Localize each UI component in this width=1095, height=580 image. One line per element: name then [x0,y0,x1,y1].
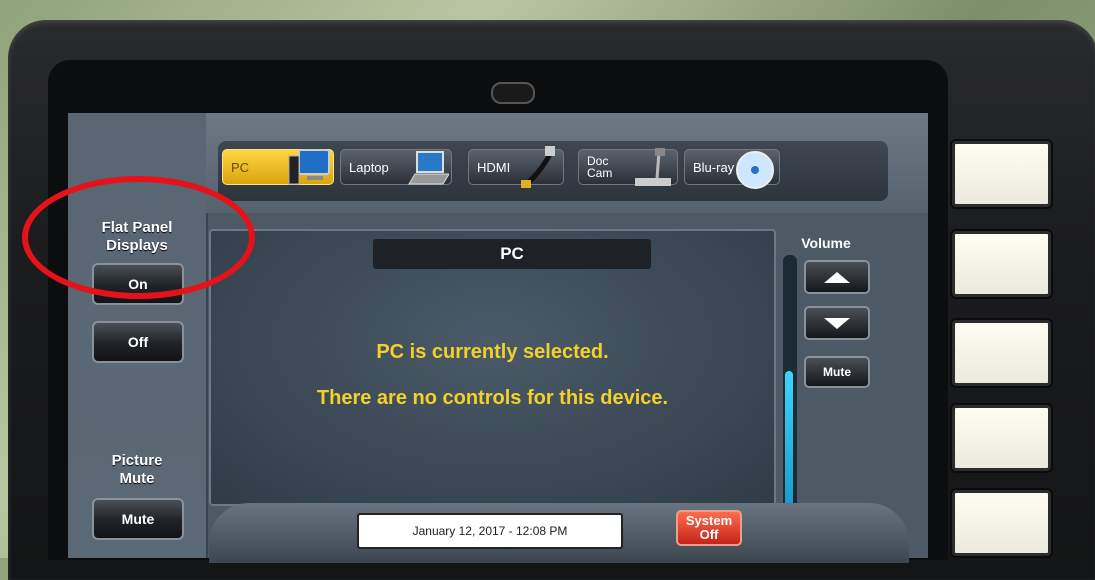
disc-icon [736,151,774,189]
source-laptop-label: Laptop [349,159,389,175]
source-selector: PC Laptop HDMI Doc Cam Blu-ray [218,141,888,201]
volume-slider[interactable] [782,254,798,514]
current-source-title: PC [373,239,651,269]
arrow-down-icon [824,317,850,329]
camera-sensor [491,82,535,104]
hardware-button-5[interactable] [952,490,1051,556]
document-camera-icon [635,148,671,186]
source-pc-label: PC [231,159,250,175]
picture-mute-label: Picture Mute [111,452,163,487]
touch-screen: Flat Panel Displays On Off Picture Mute … [68,113,928,563]
system-off-line2: Off [699,527,719,542]
hardware-button-1[interactable] [952,141,1051,207]
volume-up-button[interactable] [804,260,870,294]
source-bluray-button[interactable]: Blu-ray [684,149,780,189]
volume-mute-button[interactable]: Mute [804,356,870,388]
highlight-circle [22,176,255,299]
hdmi-cable-icon [521,146,555,188]
system-off-line1: System [685,513,733,528]
source-hdmi-button[interactable]: HDMI [468,146,564,188]
hardware-button-2[interactable] [952,231,1051,297]
date-time-display: January 12, 2017 - 12:08 PM [357,513,623,549]
picture-mute-button-label: Mute [121,511,155,527]
picture-mute-button[interactable]: Mute [92,498,184,540]
off-label: Off [127,334,149,350]
volume-level-fill [785,371,793,511]
laptop-icon [408,151,449,185]
monitor-icon [288,149,330,185]
source-doccam-label: Doc Cam [587,154,613,180]
source-pc-button[interactable]: PC [222,149,334,185]
footer-bar: January 12, 2017 - 12:08 PM System Off [209,503,909,563]
source-bluray-label: Blu-ray [693,159,735,175]
volume-mute-label: Mute [823,365,851,379]
hardware-button-4[interactable] [952,405,1051,471]
hardware-button-3[interactable] [952,320,1051,386]
volume-down-button[interactable] [804,306,870,340]
source-hdmi-label: HDMI [477,159,511,175]
displays-off-button[interactable]: Off [92,321,184,363]
arrow-up-icon [824,271,850,283]
main-content-panel: PC PC is currently selected. There are n… [209,229,776,506]
volume-title: Volume [801,235,851,251]
system-off-button[interactable]: System Off [676,510,742,546]
volume-panel: Volume Mute [780,229,872,514]
source-doccam-button[interactable]: Doc Cam [578,148,678,186]
source-laptop-button[interactable]: Laptop [340,149,452,185]
status-line-2: There are no controls for this device. [316,387,669,409]
status-line-1: PC is currently selected. [376,341,609,363]
